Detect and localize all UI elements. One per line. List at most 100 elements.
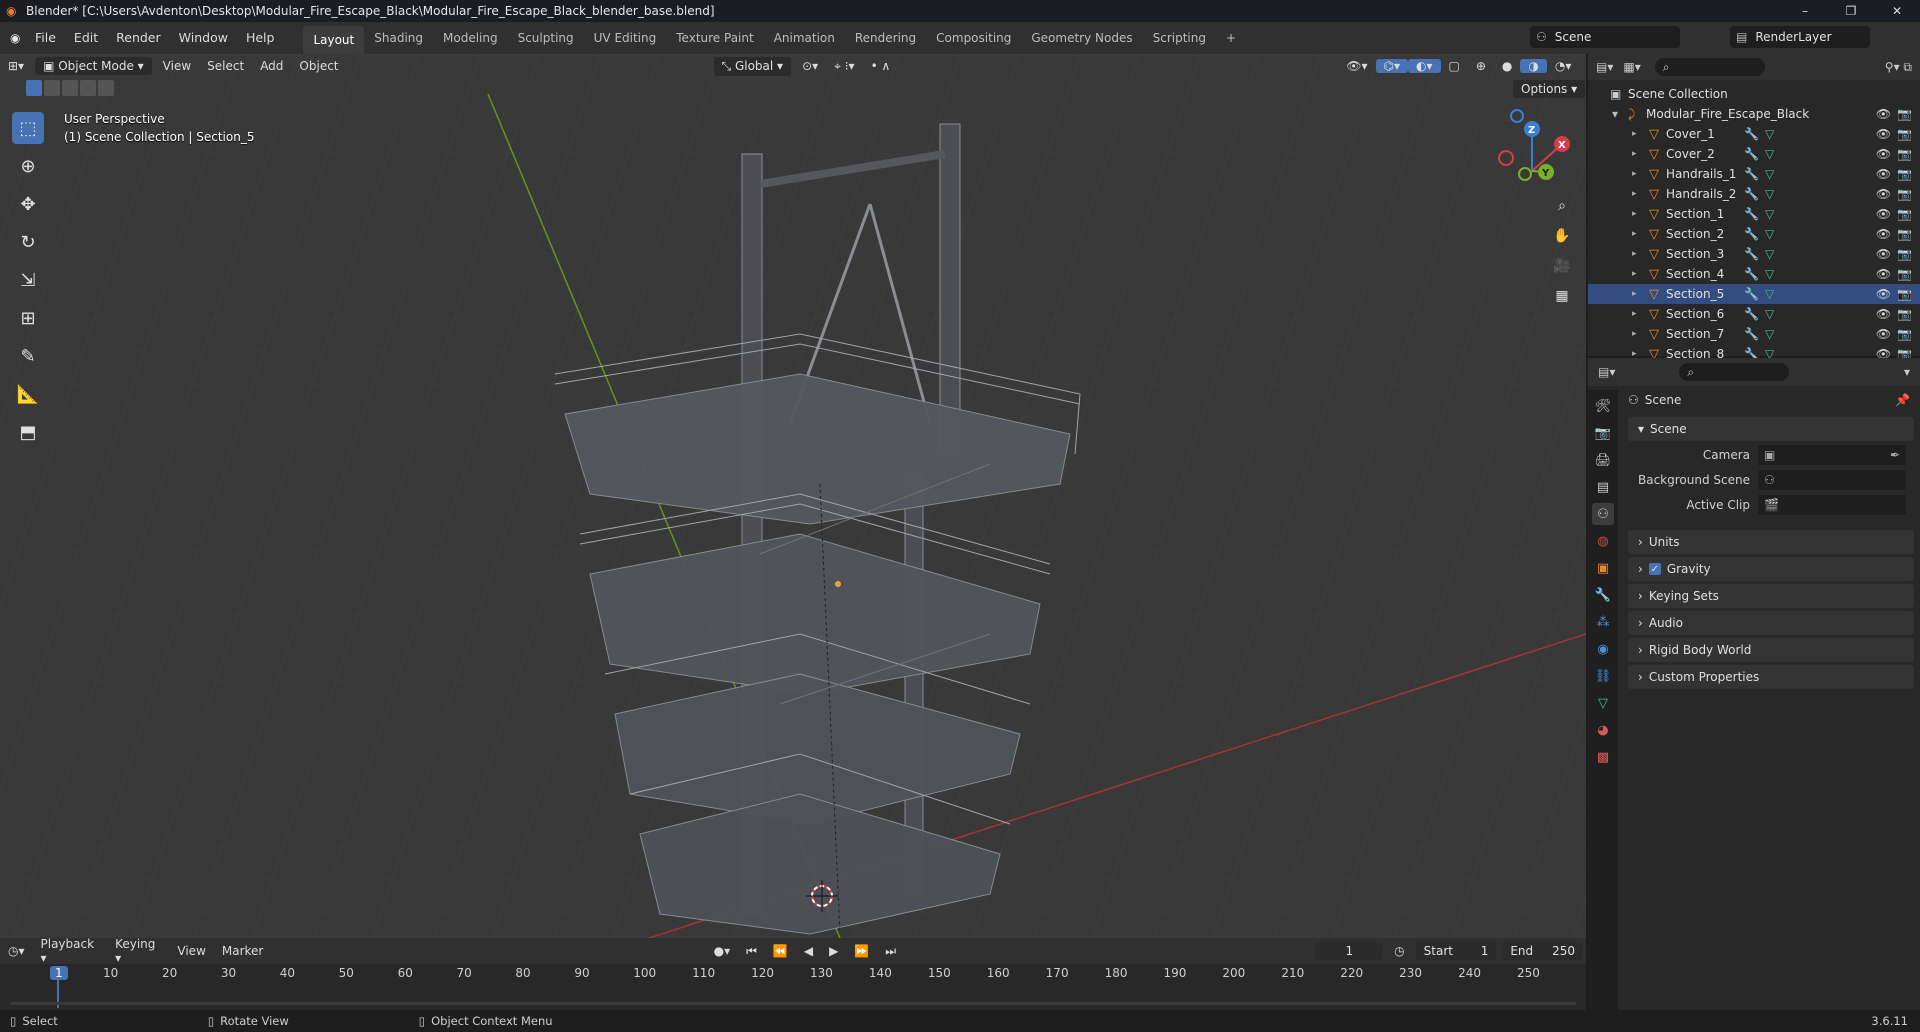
- pivot-icon[interactable]: ⊙▾: [794, 59, 826, 73]
- select-invert-icon[interactable]: [80, 80, 96, 96]
- 3d-viewport[interactable]: Z X Y: [0, 54, 1586, 938]
- mesh-data-icon[interactable]: ▽: [1765, 147, 1774, 161]
- visibility-eye-icon[interactable]: 👁: [1876, 207, 1891, 221]
- visibility-eye-icon[interactable]: 👁: [1876, 227, 1891, 241]
- preview-range-icon[interactable]: ◷: [1386, 944, 1412, 958]
- blender-menu-icon[interactable]: ◉: [10, 31, 26, 45]
- output-tab-icon[interactable]: 🖨: [1592, 449, 1614, 471]
- outliner-item[interactable]: ▸ ▽ Cover_1 🔧 ▽ 👁 📷: [1588, 124, 1920, 144]
- camera-view-icon[interactable]: 🎥: [1550, 254, 1574, 278]
- minimize-button[interactable]: –: [1782, 0, 1828, 22]
- gizmo-toggle-icon[interactable]: ⌬▾: [1375, 59, 1409, 73]
- menu-edit[interactable]: Edit: [65, 22, 107, 54]
- mode-dropdown[interactable]: ▣ Object Mode ▾: [35, 57, 152, 75]
- outliner-item[interactable]: ▸ ▽ Section_2 🔧 ▽ 👁 📷: [1588, 224, 1920, 244]
- menu-render[interactable]: Render: [107, 22, 170, 54]
- annotate-tool-icon[interactable]: ✎: [12, 340, 44, 372]
- visibility-eye-icon[interactable]: 👁: [1876, 327, 1891, 341]
- modifier-wrench-icon[interactable]: 🔧: [1744, 127, 1759, 141]
- render-camera-icon[interactable]: 📷: [1897, 327, 1912, 341]
- zoom-icon[interactable]: ⌕: [1550, 194, 1574, 218]
- constraints-tab-icon[interactable]: ⛓: [1592, 665, 1614, 687]
- view-layer-selector[interactable]: ▤ RenderLayer: [1730, 26, 1870, 48]
- expand-arrow-icon[interactable]: ▸: [1632, 189, 1646, 199]
- outliner-item[interactable]: ▸ ▽ Handrails_2 🔧 ▽ 👁 📷: [1588, 184, 1920, 204]
- expand-arrow-icon[interactable]: ▸: [1632, 229, 1646, 239]
- tool-tab-icon[interactable]: 🛠: [1592, 395, 1614, 417]
- select-subtract-icon[interactable]: [62, 80, 78, 96]
- end-frame-field[interactable]: End 250: [1502, 942, 1583, 960]
- outliner-item[interactable]: ▸ ▽ Handrails_1 🔧 ▽ 👁 📷: [1588, 164, 1920, 184]
- keying-sets-panel-header[interactable]: › Keying Sets: [1628, 584, 1914, 608]
- play-icon[interactable]: ▶: [821, 944, 846, 958]
- render-camera-icon[interactable]: 📷: [1897, 247, 1912, 261]
- outliner-editor-icon[interactable]: ▤▾: [1596, 60, 1613, 74]
- visibility-eye-icon[interactable]: 👁: [1876, 147, 1891, 161]
- world-tab-icon[interactable]: ◍: [1592, 530, 1614, 552]
- expand-arrow-icon[interactable]: ▸: [1632, 129, 1646, 139]
- gravity-panel-header[interactable]: › ✓ Gravity: [1628, 557, 1914, 581]
- modifier-tab-icon[interactable]: 🔧: [1592, 584, 1614, 606]
- mesh-data-icon[interactable]: ▽: [1765, 267, 1774, 281]
- menu-window[interactable]: Window: [170, 22, 237, 54]
- tab-geometry-nodes[interactable]: Geometry Nodes: [1021, 22, 1142, 54]
- tab-animation[interactable]: Animation: [764, 22, 845, 54]
- render-camera-icon[interactable]: 📷: [1897, 187, 1912, 201]
- expand-arrow-icon[interactable]: ▸: [1632, 149, 1646, 159]
- pan-hand-icon[interactable]: ✋: [1550, 224, 1574, 248]
- expand-arrow-icon[interactable]: ▸: [1632, 329, 1646, 339]
- render-camera-icon[interactable]: 📷: [1897, 267, 1912, 281]
- modifier-wrench-icon[interactable]: 🔧: [1744, 207, 1759, 221]
- material-tab-icon[interactable]: ◕: [1592, 719, 1614, 741]
- visibility-eye-icon[interactable]: 👁: [1876, 187, 1891, 201]
- tab-shading[interactable]: Shading: [364, 22, 433, 54]
- transform-orientation-dropdown[interactable]: ⤡ Global ▾: [713, 56, 792, 76]
- select-new-icon[interactable]: [26, 80, 42, 96]
- scale-tool-icon[interactable]: ⇲: [12, 264, 44, 296]
- modifier-wrench-icon[interactable]: 🔧: [1744, 327, 1759, 341]
- solid-shading-icon[interactable]: ●: [1494, 59, 1520, 73]
- prev-keyframe-icon[interactable]: ⏪: [765, 944, 796, 958]
- outliner-search-input[interactable]: ⌕: [1654, 58, 1765, 76]
- mesh-data-icon[interactable]: ▽: [1765, 167, 1774, 181]
- mesh-data-icon[interactable]: ▽: [1765, 307, 1774, 321]
- visibility-eye-icon[interactable]: 👁: [1876, 287, 1891, 301]
- render-camera-icon[interactable]: 📷: [1897, 107, 1912, 121]
- tab-uv-editing[interactable]: UV Editing: [584, 22, 667, 54]
- tab-modeling[interactable]: Modeling: [433, 22, 508, 54]
- display-mode-icon[interactable]: ▦▾: [1623, 60, 1640, 74]
- custom-properties-panel-header[interactable]: › Custom Properties: [1628, 665, 1914, 689]
- wireframe-shading-icon[interactable]: ⊕: [1468, 59, 1494, 73]
- editor-type-icon[interactable]: ⊞▾: [0, 59, 32, 73]
- visibility-eye-icon[interactable]: 👁: [1876, 267, 1891, 281]
- units-panel-header[interactable]: › Units: [1628, 530, 1914, 554]
- measure-tool-icon[interactable]: 📐: [12, 378, 44, 410]
- menu-help[interactable]: Help: [237, 22, 284, 54]
- menu-file[interactable]: File: [26, 22, 65, 54]
- scene-panel-header[interactable]: ▾ Scene: [1628, 417, 1914, 441]
- active-clip-field[interactable]: 🎬: [1758, 495, 1906, 515]
- eyedropper-icon[interactable]: ✒: [1890, 448, 1900, 462]
- record-icon[interactable]: ●▾: [706, 944, 739, 958]
- mesh-data-icon[interactable]: ▽: [1765, 127, 1774, 141]
- outliner-root[interactable]: ▣ Scene Collection: [1588, 84, 1920, 104]
- add-menu[interactable]: Add: [252, 59, 291, 73]
- proportional-edit-icon[interactable]: • ∧: [863, 59, 899, 73]
- timeline-scrollbar[interactable]: [10, 1002, 1576, 1005]
- texture-tab-icon[interactable]: ▩: [1592, 746, 1614, 768]
- start-frame-field[interactable]: Start 1: [1415, 942, 1497, 960]
- visibility-eye-icon[interactable]: 👁: [1876, 107, 1891, 121]
- options-dropdown[interactable]: Options ▾: [1513, 80, 1586, 98]
- overlay-toggle-icon[interactable]: ◐▾: [1408, 59, 1441, 73]
- tab-layout[interactable]: Layout: [303, 26, 365, 54]
- modifier-wrench-icon[interactable]: 🔧: [1744, 247, 1759, 261]
- material-shading-icon[interactable]: ◑: [1520, 59, 1547, 73]
- render-camera-icon[interactable]: 📷: [1897, 127, 1912, 141]
- tab-scripting[interactable]: Scripting: [1143, 22, 1216, 54]
- timeline-editor-icon[interactable]: ◷▾: [0, 944, 33, 958]
- add-workspace-button[interactable]: +: [1216, 22, 1246, 54]
- move-tool-icon[interactable]: ✥: [12, 188, 44, 220]
- next-keyframe-icon[interactable]: ⏩: [846, 944, 877, 958]
- select-box-tool-icon[interactable]: ⬚: [12, 112, 44, 144]
- rotate-tool-icon[interactable]: ↻: [12, 226, 44, 258]
